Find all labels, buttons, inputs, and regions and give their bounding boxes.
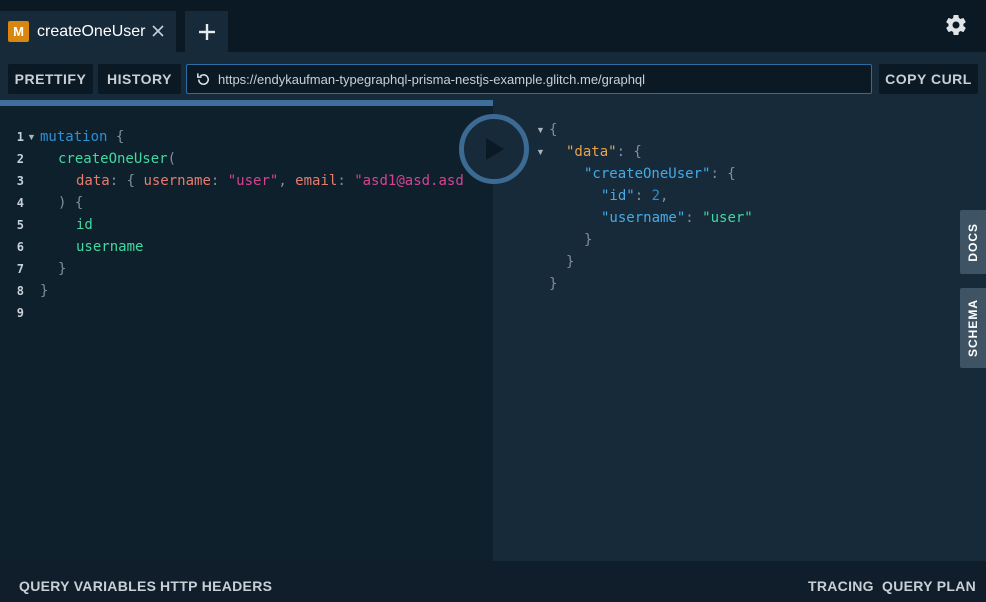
play-icon: [486, 138, 504, 160]
line-number: 8: [16, 284, 24, 298]
line-number: 9: [16, 306, 24, 320]
toolbar: PRETTIFY HISTORY https://endykaufman-typ…: [0, 52, 986, 100]
line-number: 7: [16, 262, 24, 276]
query-variables-tab[interactable]: QUERY VARIABLES: [19, 561, 156, 602]
result-viewer: ▼ ▼ { "data": { "createOneUser": { "id":…: [493, 100, 986, 561]
mutation-badge: M: [8, 21, 29, 42]
code-line: ) {: [58, 195, 84, 211]
line-number: 6: [16, 240, 24, 254]
prettify-button[interactable]: PRETTIFY: [8, 64, 93, 94]
tab-bar: M createOneUser: [0, 0, 986, 52]
tab-title: createOneUser: [37, 22, 146, 40]
query-plan-tab[interactable]: QUERY PLAN: [882, 561, 976, 602]
code-line: id: [76, 217, 93, 233]
code-line: data: { username: "user", email: "asd1@a…: [76, 173, 464, 189]
line-number: 2: [16, 152, 24, 166]
fold-arrow-icon[interactable]: ▼: [536, 141, 545, 163]
copy-curl-button[interactable]: COPY CURL: [879, 64, 978, 94]
plus-icon: [198, 23, 215, 40]
query-editor[interactable]: 1 2 3 4 5 6 7 8 9 ▼ mutation { createOne…: [0, 100, 493, 561]
result-line: "username": "user": [601, 210, 753, 226]
code-line: createOneUser(: [58, 151, 177, 167]
line-number: 4: [16, 196, 24, 210]
result-line: "createOneUser": {: [584, 166, 736, 182]
line-number: 1: [16, 130, 24, 144]
editor-progress-bar: [0, 100, 493, 106]
code-line: username: [76, 239, 144, 255]
result-line: "data": {: [566, 144, 642, 160]
tab-createOneUser[interactable]: M createOneUser: [0, 11, 176, 52]
add-tab-button[interactable]: [185, 11, 228, 52]
fold-arrow-icon[interactable]: ▼: [536, 119, 545, 141]
result-line: }: [584, 232, 593, 248]
result-line: "id": 2,: [601, 188, 669, 204]
code-line: }: [40, 283, 49, 299]
code-line: mutation {: [40, 129, 125, 145]
line-number: 5: [16, 218, 24, 232]
result-line: }: [549, 276, 558, 292]
endpoint-url-text: https://endykaufman-typegraphql-prisma-n…: [218, 71, 646, 87]
line-number: 3: [16, 174, 24, 188]
http-headers-tab[interactable]: HTTP HEADERS: [160, 561, 272, 602]
gear-icon[interactable]: [944, 13, 968, 37]
history-button[interactable]: HISTORY: [98, 64, 181, 94]
result-line: {: [549, 122, 558, 138]
schema-tab[interactable]: SCHEMA: [960, 288, 986, 368]
fold-arrow-icon[interactable]: ▼: [27, 126, 36, 148]
tracing-tab[interactable]: TRACING: [808, 561, 874, 602]
close-icon[interactable]: [150, 22, 166, 40]
docs-tab[interactable]: DOCS: [960, 210, 986, 274]
code-line: }: [58, 261, 67, 277]
endpoint-url-input[interactable]: https://endykaufman-typegraphql-prisma-n…: [186, 64, 872, 94]
reload-icon[interactable]: [195, 71, 212, 88]
execute-query-button[interactable]: [459, 114, 529, 184]
bottom-bar: QUERY VARIABLES HTTP HEADERS TRACING QUE…: [0, 561, 986, 602]
result-line: }: [566, 254, 575, 270]
